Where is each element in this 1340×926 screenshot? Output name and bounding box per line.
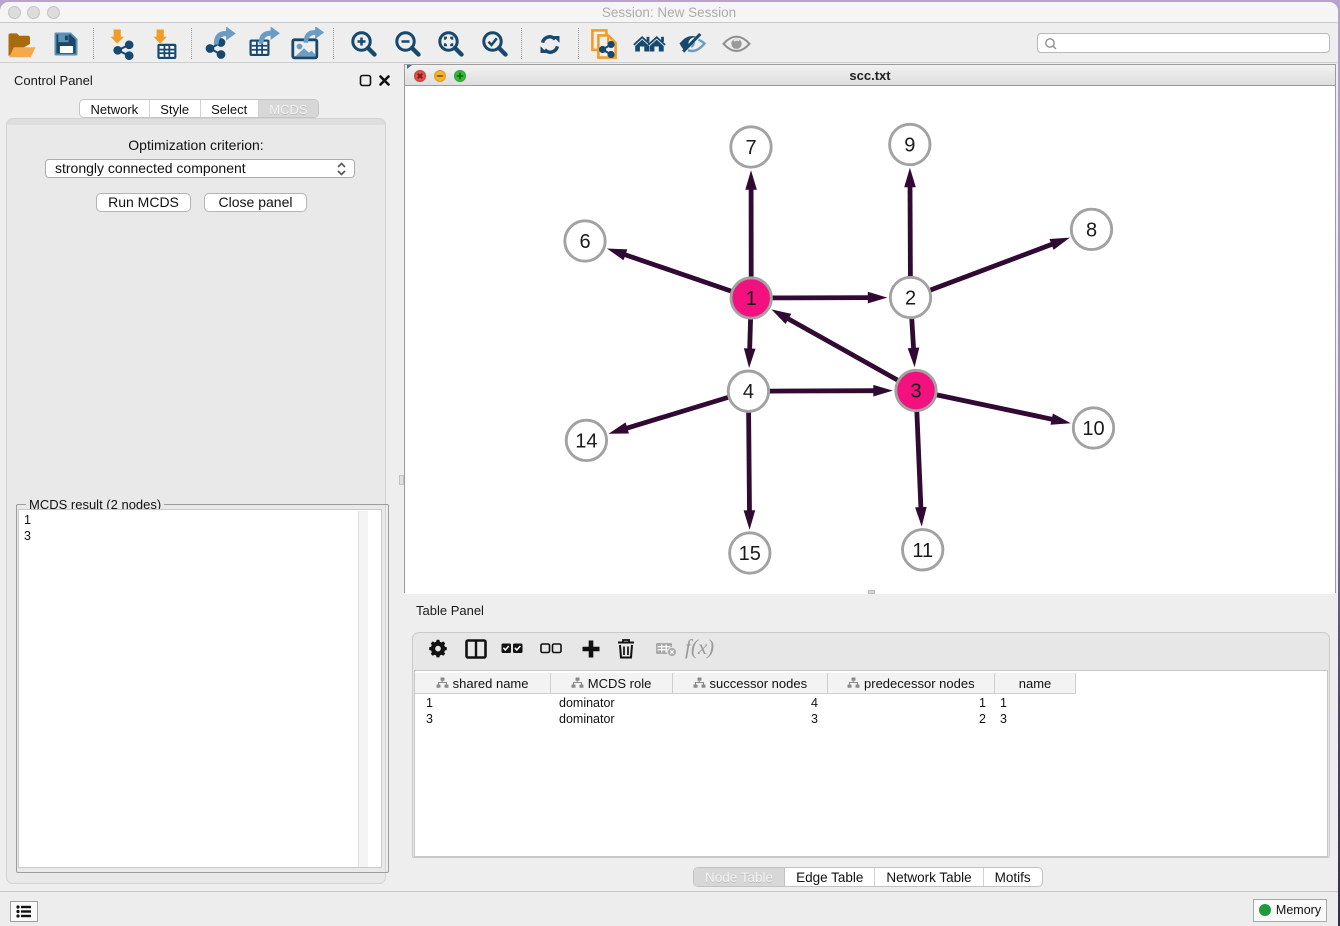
svg-text:14: 14 xyxy=(575,430,597,452)
svg-text:1: 1 xyxy=(746,288,757,310)
svg-text:4: 4 xyxy=(743,381,754,403)
svg-text:8: 8 xyxy=(1086,219,1097,241)
svg-text:3: 3 xyxy=(910,381,921,403)
svg-text:15: 15 xyxy=(739,543,761,565)
svg-text:2: 2 xyxy=(905,288,916,310)
svg-text:10: 10 xyxy=(1082,418,1104,440)
svg-text:7: 7 xyxy=(745,137,756,159)
svg-text:11: 11 xyxy=(912,540,933,562)
svg-text:9: 9 xyxy=(904,135,915,157)
svg-text:6: 6 xyxy=(579,231,590,253)
